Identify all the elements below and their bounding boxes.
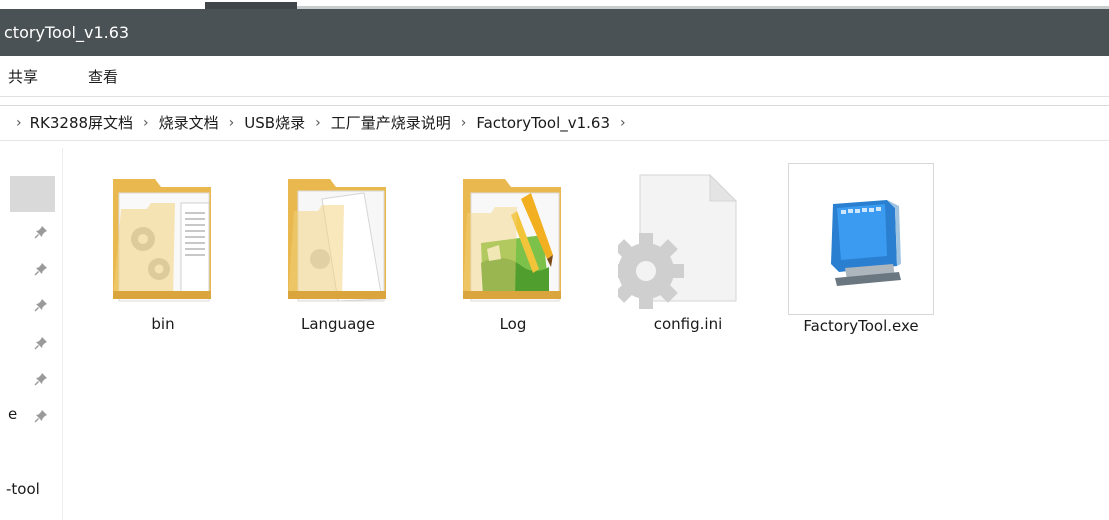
chevron-right-icon[interactable]: › — [620, 115, 626, 131]
breadcrumb-item[interactable]: 工厂量产烧录说明 — [331, 112, 451, 133]
chevron-right-icon[interactable]: › — [461, 115, 467, 131]
folder-documents-icon — [268, 163, 408, 313]
breadcrumb-item[interactable]: USB烧录 — [244, 112, 305, 133]
folder-gears-icon — [93, 163, 233, 313]
tab-view[interactable]: 查看 — [88, 66, 118, 87]
folder-images-icon — [443, 163, 583, 313]
pin-icon[interactable] — [33, 335, 49, 351]
pin-icon[interactable] — [33, 371, 49, 387]
pin-icon[interactable] — [33, 261, 49, 277]
pin-icon[interactable] — [33, 408, 49, 424]
file-name: Log — [499, 315, 527, 333]
file-name: bin — [151, 315, 175, 333]
breadcrumb: › RK3288屏文档 › 烧录文档 › USB烧录 › 工厂量产烧录说明 › … — [16, 112, 636, 133]
tab-share[interactable]: 共享 — [8, 66, 38, 87]
active-tab-indicator — [205, 2, 297, 9]
file-item-log[interactable]: Log — [443, 163, 583, 333]
file-item-config[interactable]: config.ini — [608, 163, 758, 333]
file-item-bin[interactable]: bin — [93, 163, 233, 333]
chevron-right-icon[interactable]: › — [16, 115, 22, 131]
navigation-pane: e -tool — [0, 148, 63, 520]
chevron-right-icon[interactable]: › — [315, 115, 321, 131]
window-title: ctoryTool_v1.63 — [4, 23, 130, 42]
nav-item-label[interactable]: e — [8, 405, 17, 423]
nav-item-label[interactable]: -tool — [6, 480, 40, 498]
file-item-factorytool-exe[interactable]: FactoryTool.exe — [788, 163, 934, 335]
chevron-right-icon[interactable]: › — [143, 115, 149, 131]
breadcrumb-item[interactable]: FactoryTool_v1.63 — [476, 114, 610, 132]
title-bar: ctoryTool_v1.63 — [0, 9, 1109, 56]
breadcrumb-item[interactable]: RK3288屏文档 — [30, 112, 133, 133]
file-name: Language — [300, 315, 376, 333]
chevron-right-icon[interactable]: › — [229, 115, 235, 131]
file-name: FactoryTool.exe — [803, 317, 919, 335]
nav-item-selected[interactable] — [10, 176, 55, 212]
pin-icon[interactable] — [33, 297, 49, 313]
breadcrumb-item[interactable]: 烧录文档 — [159, 112, 219, 133]
file-name: config.ini — [653, 315, 723, 333]
address-bar[interactable]: › RK3288屏文档 › 烧录文档 › USB烧录 › 工厂量产烧录说明 › … — [0, 105, 1109, 141]
pin-icon[interactable] — [33, 224, 49, 240]
ribbon-tabs: 共享 查看 — [0, 56, 1109, 97]
top-strip — [0, 0, 1109, 9]
config-file-icon — [608, 163, 758, 313]
file-item-language[interactable]: Language — [268, 163, 408, 333]
app-monitor-icon — [788, 163, 934, 315]
